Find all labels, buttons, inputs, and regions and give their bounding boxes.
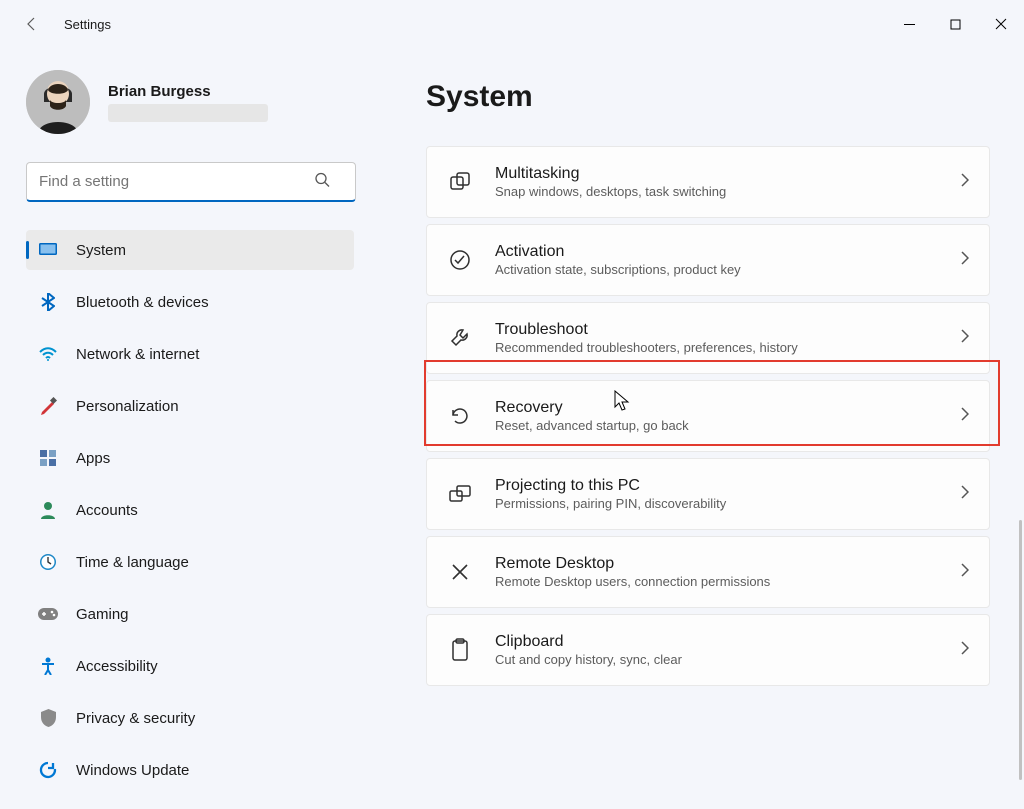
sidebar-item-label: System bbox=[76, 242, 126, 259]
display-icon bbox=[38, 240, 58, 260]
window-controls bbox=[886, 5, 1024, 43]
card-subtitle: Remote Desktop users, connection permiss… bbox=[495, 574, 960, 591]
profile-name: Brian Burgess bbox=[108, 83, 268, 100]
check-icon bbox=[447, 247, 473, 273]
card-multitasking[interactable]: MultitaskingSnap windows, desktops, task… bbox=[426, 146, 990, 218]
recovery-icon bbox=[447, 403, 473, 429]
bluetooth-icon bbox=[38, 292, 58, 312]
card-recovery[interactable]: RecoveryReset, advanced startup, go back bbox=[426, 380, 990, 452]
card-activation[interactable]: ActivationActivation state, subscription… bbox=[426, 224, 990, 296]
settings-cards: MultitaskingSnap windows, desktops, task… bbox=[426, 146, 990, 686]
sidebar-item-time[interactable]: Time & language bbox=[26, 542, 354, 582]
maximize-button[interactable] bbox=[932, 5, 978, 43]
project-icon bbox=[447, 481, 473, 507]
chevron-right-icon bbox=[960, 173, 969, 192]
card-subtitle: Recommended troubleshooters, preferences… bbox=[495, 340, 960, 357]
nav-list: System Bluetooth & devices Network & inter… bbox=[26, 230, 354, 802]
close-button[interactable] bbox=[978, 5, 1024, 43]
sidebar-item-label: Personalization bbox=[76, 398, 179, 415]
card-body: TroubleshootRecommended troubleshooters,… bbox=[495, 320, 960, 357]
close-icon bbox=[995, 18, 1007, 30]
chevron-right-icon bbox=[960, 641, 969, 660]
card-title: Activation bbox=[495, 242, 960, 262]
sidebar-item-accessibility[interactable]: Accessibility bbox=[26, 646, 354, 686]
search-wrap bbox=[26, 162, 354, 202]
wrench-icon bbox=[447, 325, 473, 351]
update-icon bbox=[38, 760, 58, 780]
chevron-right-icon bbox=[960, 251, 969, 270]
search-input[interactable] bbox=[26, 162, 356, 202]
card-title: Remote Desktop bbox=[495, 554, 960, 574]
sidebar-item-label: Network & internet bbox=[76, 346, 199, 363]
card-subtitle: Permissions, pairing PIN, discoverabilit… bbox=[495, 496, 960, 513]
avatar bbox=[26, 70, 90, 134]
page-title: System bbox=[426, 80, 990, 114]
card-subtitle: Snap windows, desktops, task switching bbox=[495, 184, 960, 201]
brush-icon bbox=[38, 396, 58, 416]
person-icon bbox=[38, 500, 58, 520]
profile-email-redacted bbox=[108, 104, 268, 122]
sidebar-item-bluetooth[interactable]: Bluetooth & devices bbox=[26, 282, 354, 322]
gamepad-icon bbox=[38, 604, 58, 624]
main-content: System MultitaskingSnap windows, desktop… bbox=[372, 48, 1024, 809]
sidebar-item-system[interactable]: System bbox=[26, 230, 354, 270]
card-clipboard[interactable]: ClipboardCut and copy history, sync, cle… bbox=[426, 614, 990, 686]
chevron-right-icon bbox=[960, 407, 969, 426]
sidebar-item-accounts[interactable]: Accounts bbox=[26, 490, 354, 530]
card-remotedesktop[interactable]: Remote DesktopRemote Desktop users, conn… bbox=[426, 536, 990, 608]
card-title: Recovery bbox=[495, 398, 960, 418]
chevron-right-icon bbox=[960, 485, 969, 504]
back-button[interactable] bbox=[14, 6, 50, 42]
sidebar-item-label: Gaming bbox=[76, 606, 129, 623]
sidebar-item-update[interactable]: Windows Update bbox=[26, 750, 354, 790]
remote-icon bbox=[447, 559, 473, 585]
card-subtitle: Cut and copy history, sync, clear bbox=[495, 652, 960, 669]
window-title: Settings bbox=[64, 17, 111, 32]
card-title: Troubleshoot bbox=[495, 320, 960, 340]
scrollbar-thumb[interactable] bbox=[1019, 520, 1022, 780]
card-projecting[interactable]: Projecting to this PCPermissions, pairin… bbox=[426, 458, 990, 530]
card-title: Projecting to this PC bbox=[495, 476, 960, 496]
chevron-right-icon bbox=[960, 329, 969, 348]
clock-icon bbox=[38, 552, 58, 572]
clipboard-icon bbox=[447, 637, 473, 663]
sidebar-item-label: Bluetooth & devices bbox=[76, 294, 209, 311]
shield-icon bbox=[38, 708, 58, 728]
card-subtitle: Activation state, subscriptions, product… bbox=[495, 262, 960, 279]
multitask-icon bbox=[447, 169, 473, 195]
card-body: Projecting to this PCPermissions, pairin… bbox=[495, 476, 960, 513]
minimize-button[interactable] bbox=[886, 5, 932, 43]
sidebar-item-label: Accessibility bbox=[76, 658, 158, 675]
search-icon bbox=[314, 172, 330, 193]
card-title: Multitasking bbox=[495, 164, 960, 184]
titlebar: Settings bbox=[0, 0, 1024, 48]
sidebar-item-gaming[interactable]: Gaming bbox=[26, 594, 354, 634]
access-icon bbox=[38, 656, 58, 676]
maximize-icon bbox=[950, 19, 961, 30]
card-body: RecoveryReset, advanced startup, go back bbox=[495, 398, 960, 435]
card-body: ClipboardCut and copy history, sync, cle… bbox=[495, 632, 960, 669]
grid-icon bbox=[38, 448, 58, 468]
card-body: ActivationActivation state, subscription… bbox=[495, 242, 960, 279]
card-body: Remote DesktopRemote Desktop users, conn… bbox=[495, 554, 960, 591]
sidebar: Brian Burgess System Bluetooth & devices N… bbox=[0, 48, 372, 809]
card-subtitle: Reset, advanced startup, go back bbox=[495, 418, 960, 435]
sidebar-item-label: Windows Update bbox=[76, 762, 189, 779]
sidebar-item-label: Accounts bbox=[76, 502, 138, 519]
card-title: Clipboard bbox=[495, 632, 960, 652]
sidebar-item-label: Privacy & security bbox=[76, 710, 195, 727]
sidebar-item-apps[interactable]: Apps bbox=[26, 438, 354, 478]
minimize-icon bbox=[904, 19, 915, 30]
sidebar-item-privacy[interactable]: Privacy & security bbox=[26, 698, 354, 738]
arrow-left-icon bbox=[24, 16, 40, 32]
sidebar-item-network[interactable]: Network & internet bbox=[26, 334, 354, 374]
sidebar-item-label: Time & language bbox=[76, 554, 189, 571]
card-body: MultitaskingSnap windows, desktops, task… bbox=[495, 164, 960, 201]
sidebar-item-label: Apps bbox=[76, 450, 110, 467]
profile-block[interactable]: Brian Burgess bbox=[26, 70, 354, 134]
wifi-icon bbox=[38, 344, 58, 364]
card-troubleshoot[interactable]: TroubleshootRecommended troubleshooters,… bbox=[426, 302, 990, 374]
chevron-right-icon bbox=[960, 563, 969, 582]
sidebar-item-personalization[interactable]: Personalization bbox=[26, 386, 354, 426]
